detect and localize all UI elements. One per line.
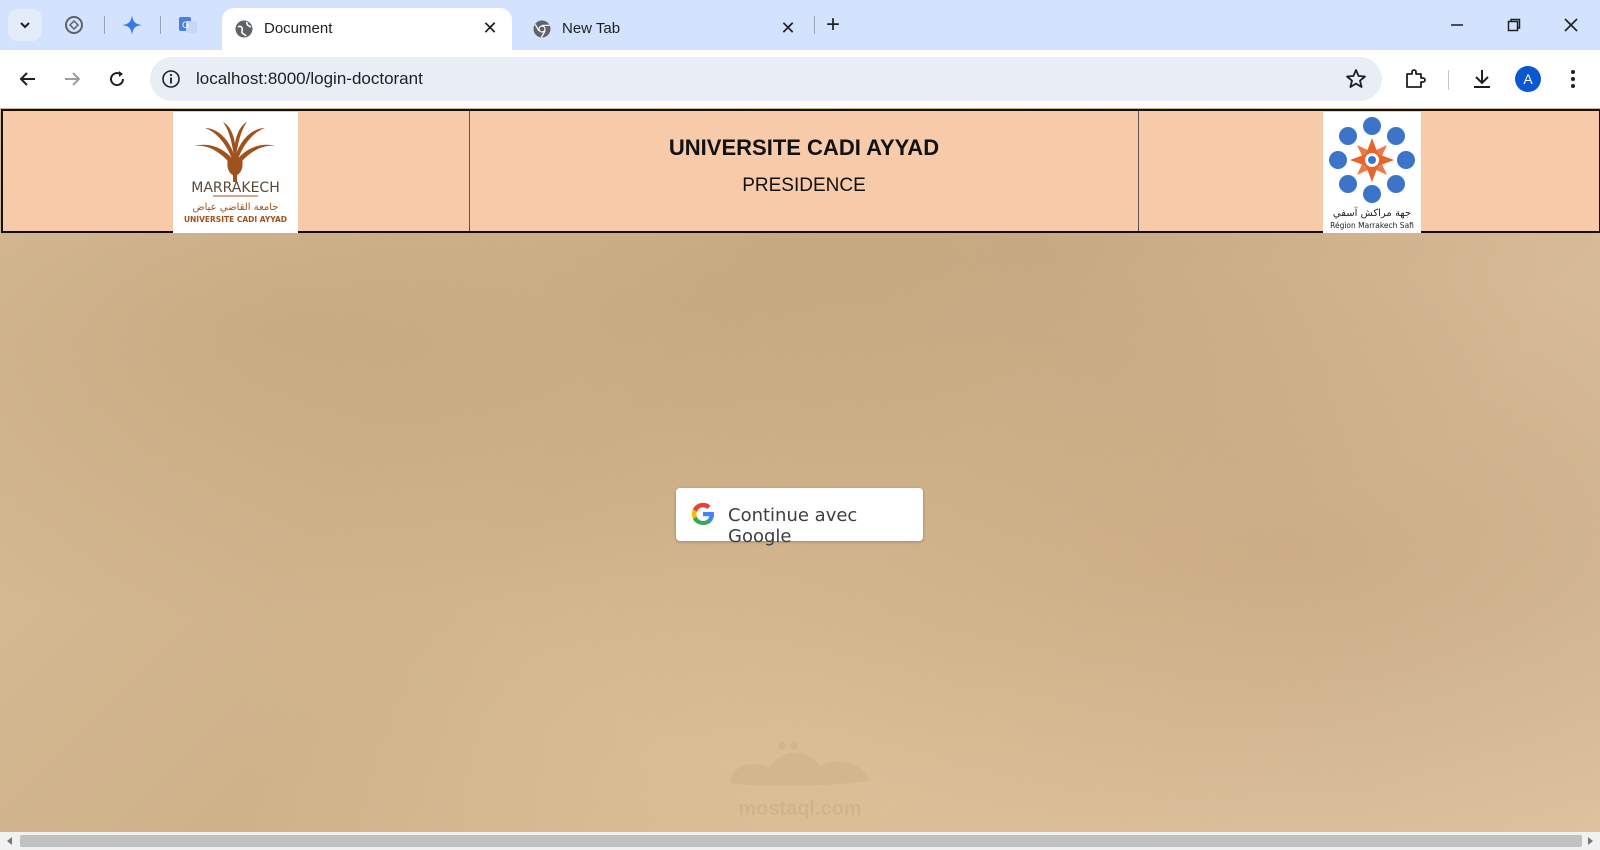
back-button[interactable] (13, 64, 43, 94)
scroll-left-arrow-icon[interactable] (4, 835, 16, 847)
tab-title: New Tab (562, 20, 621, 37)
forward-button[interactable] (57, 64, 87, 94)
page-content: MARRAKECH جامعة القاضي عياض UNIVERSITE C… (0, 108, 1600, 850)
google-login-label: Continue avec Google (728, 505, 858, 547)
region-arabic-text: جهة مراكش آسفي (1333, 206, 1411, 219)
url-text[interactable]: localhost:8000/login-doctorant (196, 69, 423, 89)
chrome-icon (533, 20, 551, 38)
watermark: mostaql.com (700, 728, 900, 820)
minimize-icon (1451, 24, 1463, 26)
more-vertical-icon (1571, 70, 1575, 88)
university-header: MARRAKECH جامعة القاضي عياض UNIVERSITE C… (1, 109, 1600, 233)
tab-title: Document (264, 20, 333, 37)
chatgpt-icon (65, 16, 83, 34)
google-translate-icon: G (179, 17, 197, 33)
globe-icon (235, 20, 253, 38)
tab-separator (814, 16, 815, 34)
close-window-button[interactable] (1551, 10, 1591, 40)
arrow-right-icon (65, 72, 81, 86)
extensions-button[interactable] (1402, 66, 1428, 92)
watermark-text: mostaql.com (738, 798, 862, 820)
header-right-cell: جهة مراكش آسفي Région Marrakech Safi (1139, 111, 1599, 233)
tab-strip: G Document ✕ New Tab ✕ + (0, 0, 1600, 50)
reload-icon (110, 71, 125, 87)
tab-document[interactable]: Document ✕ (222, 8, 512, 50)
close-icon (1564, 18, 1578, 32)
menu-button[interactable] (1560, 66, 1586, 92)
chevron-down-icon (20, 22, 30, 29)
restore-button[interactable] (1494, 10, 1534, 40)
tab-separator (160, 16, 161, 34)
profile-avatar[interactable]: A (1515, 66, 1541, 92)
region-logo: جهة مراكش آسفي Région Marrakech Safi (1323, 112, 1421, 233)
page-subtitle: PRESIDENCE (742, 175, 866, 196)
svg-text:G: G (182, 21, 189, 31)
horizontal-scrollbar[interactable] (0, 832, 1600, 850)
site-info-icon[interactable] (160, 68, 182, 90)
tab-new-tab[interactable]: New Tab ✕ (520, 8, 810, 50)
header-left-cell: MARRAKECH جامعة القاضي عياض UNIVERSITE C… (3, 111, 470, 233)
puzzle-icon (1406, 69, 1426, 88)
close-tab-icon[interactable]: ✕ (778, 18, 798, 38)
arrow-left-icon (19, 72, 35, 86)
pinned-tab-chatgpt[interactable] (60, 11, 88, 39)
close-tab-icon[interactable]: ✕ (480, 18, 500, 38)
logo-name-text: UNIVERSITE CADI AYYAD (184, 215, 287, 224)
toolbar-separator (1448, 70, 1449, 90)
tab-separator (104, 16, 105, 34)
region-star-logo-icon: جهة مراكش آسفي Région Marrakech Safi (1329, 117, 1415, 230)
google-g-icon (691, 502, 714, 525)
palm-tree-logo-icon: MARRAKECH جامعة القاضي عياض UNIVERSITE C… (184, 122, 287, 224)
scroll-right-arrow-icon[interactable] (1584, 835, 1596, 847)
page-title: UNIVERSITE CADI AYYAD (668, 135, 940, 160)
restore-icon (1507, 18, 1521, 32)
pinned-tab-translate[interactable]: G (174, 11, 202, 39)
minimize-button[interactable] (1437, 10, 1477, 40)
uca-logo: MARRAKECH جامعة القاضي عياض UNIVERSITE C… (173, 112, 298, 233)
header-title-cell: UNIVERSITE CADI AYYAD PRESIDENCE (470, 111, 1139, 231)
logo-arabic-text: جامعة القاضي عياض (192, 202, 278, 213)
gemini-sparkle-icon (122, 15, 142, 35)
downloads-button[interactable] (1469, 66, 1495, 92)
pinned-tab-gemini[interactable] (118, 11, 146, 39)
mostaql-logo-icon (730, 742, 870, 786)
scrollbar-thumb[interactable] (20, 835, 1582, 847)
new-tab-button[interactable]: + (820, 11, 846, 38)
reload-button[interactable] (102, 64, 132, 94)
tab-search-button[interactable] (8, 9, 42, 41)
region-name-text: Région Marrakech Safi (1330, 221, 1414, 230)
logo-city-text: MARRAKECH (191, 180, 279, 196)
bookmark-star-icon[interactable] (1344, 67, 1368, 91)
browser-toolbar: localhost:8000/login-doctorant A (0, 50, 1600, 108)
download-icon (1474, 70, 1490, 88)
google-login-button[interactable]: Continue avec Google (676, 488, 923, 547)
address-bar[interactable]: localhost:8000/login-doctorant (150, 57, 1382, 101)
